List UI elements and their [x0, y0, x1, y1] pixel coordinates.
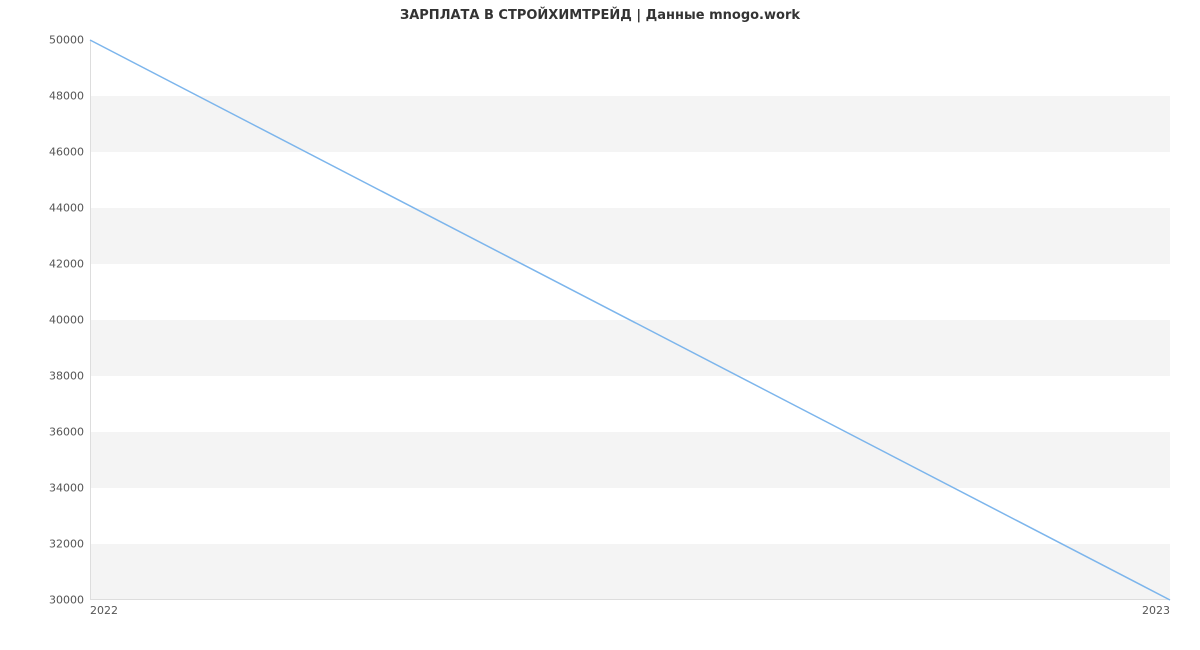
x-tick-label: 2022	[90, 604, 118, 617]
y-tick-label: 42000	[24, 258, 84, 271]
y-tick-label: 38000	[24, 370, 84, 383]
y-tick-label: 40000	[24, 314, 84, 327]
y-tick-label: 30000	[24, 594, 84, 607]
y-tick-label: 32000	[24, 538, 84, 551]
y-tick-label: 50000	[24, 34, 84, 47]
salary-chart: ЗАРПЛАТА В СТРОЙХИМТРЕЙД | Данные mnogo.…	[0, 0, 1200, 650]
line-layer	[90, 40, 1170, 600]
x-tick-label: 2023	[1142, 604, 1170, 617]
plot-area	[90, 40, 1170, 600]
chart-title: ЗАРПЛАТА В СТРОЙХИМТРЕЙД | Данные mnogo.…	[0, 8, 1200, 23]
y-tick-label: 44000	[24, 202, 84, 215]
y-tick-label: 34000	[24, 482, 84, 495]
y-tick-label: 36000	[24, 426, 84, 439]
y-tick-label: 48000	[24, 90, 84, 103]
y-tick-label: 46000	[24, 146, 84, 159]
series-line-salary	[90, 40, 1170, 600]
